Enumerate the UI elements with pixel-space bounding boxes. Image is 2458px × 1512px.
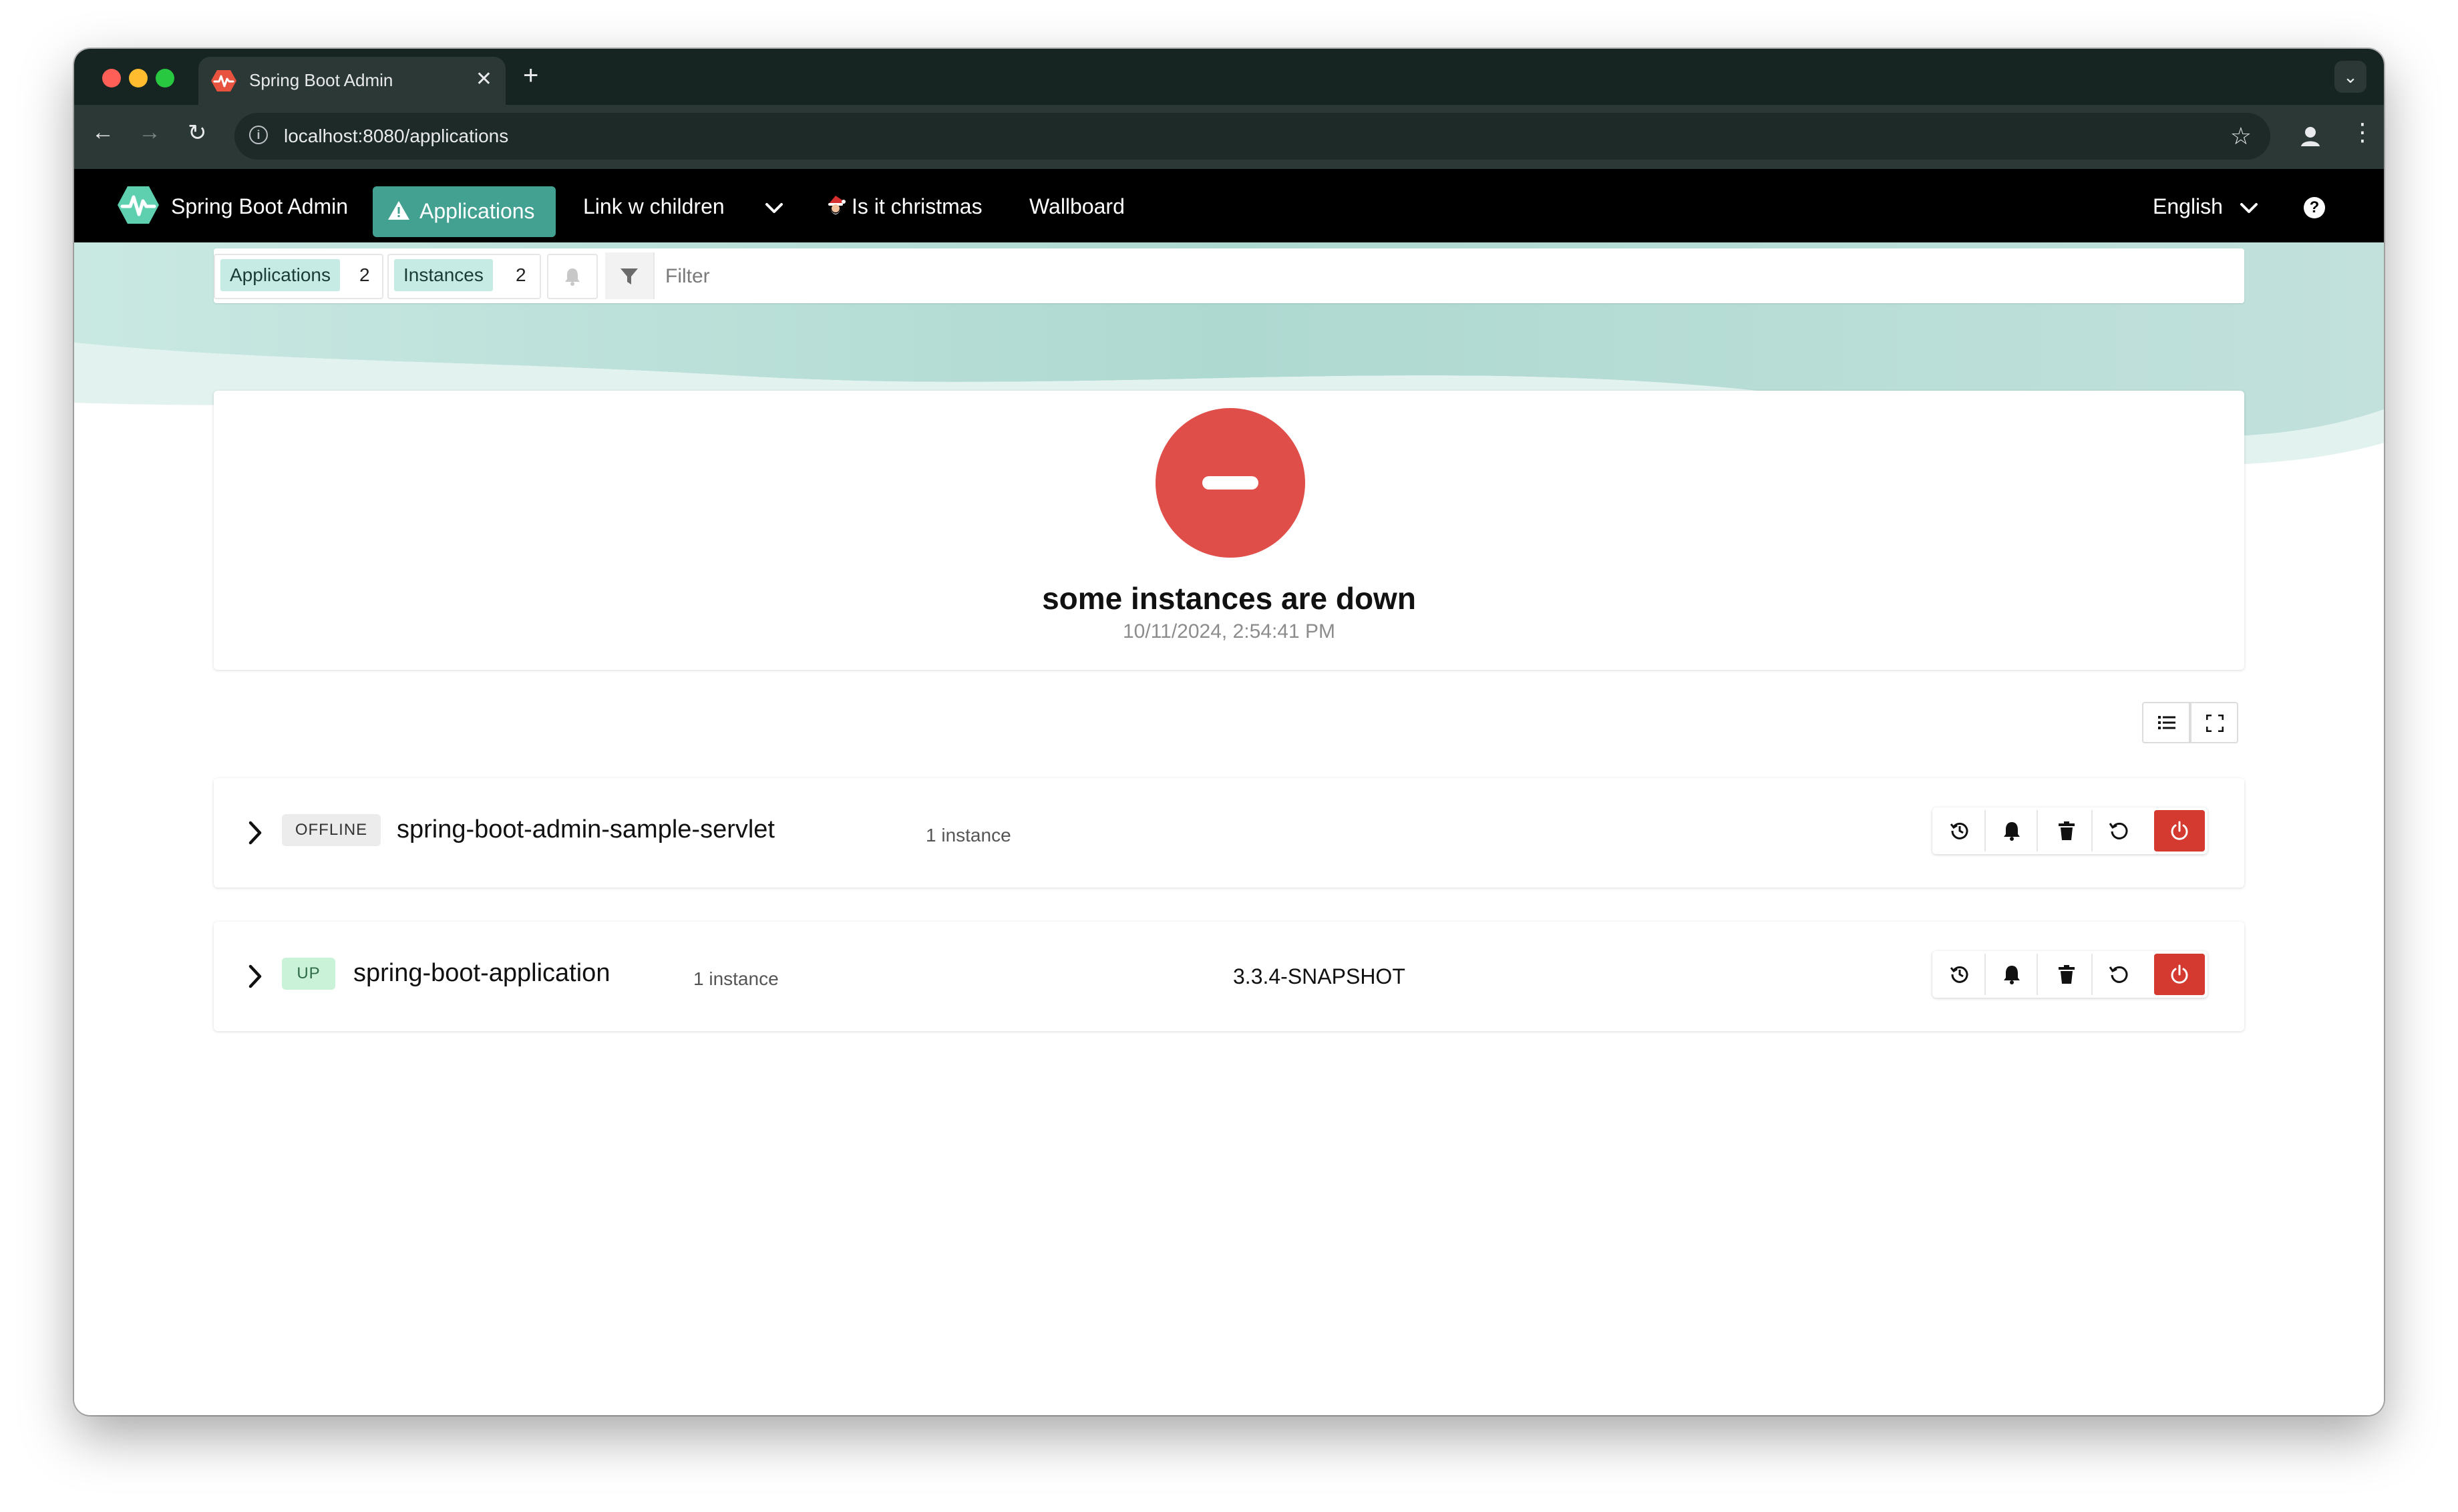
instance-count: 1 instance (926, 825, 1011, 845)
filter-icon-box (605, 252, 655, 299)
instance-count: 1 instance (693, 968, 779, 989)
instances-count: 2 (516, 264, 526, 285)
power-icon (2171, 964, 2188, 984)
nav-link-w-children[interactable]: Link w children (583, 194, 725, 219)
brand-title[interactable]: Spring Boot Admin (171, 194, 348, 219)
notifications-button[interactable] (1987, 810, 2038, 852)
status-title: some instances are down (1042, 581, 1416, 616)
list-icon (2158, 716, 2175, 729)
shutdown-button[interactable] (2154, 954, 2205, 995)
applications-count: 2 (359, 264, 370, 285)
browser-menu-icon[interactable]: ⋮ (2350, 118, 2375, 146)
app-navbar: Spring Boot Admin Applications Link w ch… (74, 169, 2384, 242)
status-badge: OFFLINE (282, 814, 381, 846)
history-icon (1950, 822, 1968, 839)
trash-icon (2059, 965, 2075, 984)
maximize-window-button[interactable] (156, 69, 174, 87)
filter-bar: Applications 2 Instances 2 (214, 248, 2250, 303)
applications-count-chip[interactable]: Applications 2 (214, 254, 383, 299)
bell-icon (565, 268, 580, 286)
bookmark-star-icon[interactable]: ☆ (2230, 122, 2252, 150)
minimize-window-button[interactable] (129, 69, 148, 87)
filter-input[interactable] (655, 254, 2250, 299)
notifications-button[interactable] (1987, 954, 2038, 995)
instances-count-chip[interactable]: Instances 2 (387, 254, 541, 299)
applications-chip-label: Applications (220, 259, 340, 291)
unregister-button[interactable] (2042, 954, 2093, 995)
language-selector[interactable]: English (2153, 194, 2223, 219)
new-tab-button[interactable]: + (523, 61, 538, 91)
help-icon[interactable]: ? (2304, 197, 2325, 218)
restart-button[interactable] (2094, 954, 2143, 995)
expand-chevron-icon[interactable] (247, 819, 263, 846)
application-name[interactable]: spring-boot-admin-sample-servlet (397, 815, 775, 844)
warning-icon (388, 201, 409, 220)
filter-icon (621, 268, 638, 285)
status-down-icon (1156, 408, 1305, 558)
nav-applications-label: Applications (419, 199, 535, 223)
url-text[interactable]: localhost:8080/applications (284, 126, 508, 147)
spring-boot-logo-icon[interactable] (117, 185, 160, 225)
browser-tab[interactable]: Spring Boot Admin ✕ (198, 57, 506, 105)
application-actions (1932, 951, 2208, 998)
application-row[interactable]: OFFLINE spring-boot-admin-sample-servlet… (214, 778, 2244, 888)
unregister-button[interactable] (2042, 810, 2093, 852)
restart-button[interactable] (2094, 810, 2143, 852)
application-row[interactable]: UP spring-boot-application 1 instance 3.… (214, 922, 2244, 1031)
profile-icon[interactable] (2296, 122, 2325, 152)
close-window-button[interactable] (102, 69, 121, 87)
address-bar[interactable]: i localhost:8080/applications ☆ (234, 113, 2270, 160)
bell-icon (2004, 966, 2020, 984)
chevron-down-icon[interactable] (765, 202, 783, 214)
journal-button[interactable] (1935, 954, 1986, 995)
application-actions (1932, 807, 2208, 854)
expand-chevron-icon[interactable] (247, 963, 263, 990)
power-icon (2171, 821, 2188, 840)
browser-window: Spring Boot Admin ✕ + ⌄ ← → ↻ i localhos… (74, 49, 2384, 1415)
status-timestamp: 10/11/2024, 2:54:41 PM (1122, 620, 1336, 642)
nav-applications[interactable]: Applications (373, 186, 556, 237)
bell-icon (2004, 822, 2020, 841)
list-view-button[interactable] (2142, 702, 2190, 743)
santa-icon (828, 196, 846, 214)
reload-button[interactable]: ↻ (188, 120, 207, 146)
browser-toolbar: ← → ↻ i localhost:8080/applications ☆ ⋮ (74, 105, 2384, 169)
status-card: some instances are down 10/11/2024, 2:54… (214, 391, 2244, 670)
nav-is-it-christmas[interactable]: Is it christmas (852, 194, 983, 219)
tab-close-icon[interactable]: ✕ (476, 67, 492, 91)
history-icon (1950, 966, 1968, 983)
restart-icon (2109, 966, 2128, 983)
main-content: Applications 2 Instances 2 Filter some i… (74, 242, 2384, 1415)
language-chevron-down-icon[interactable] (2240, 202, 2258, 214)
expand-icon (2206, 715, 2224, 732)
back-button[interactable]: ← (92, 120, 114, 146)
status-badge: UP (282, 958, 335, 990)
shutdown-button[interactable] (2154, 810, 2205, 852)
tab-search-icon[interactable]: ⌄ (2334, 61, 2366, 93)
application-name[interactable]: spring-boot-application (353, 959, 610, 988)
journal-button[interactable] (1935, 810, 1986, 852)
site-info-icon[interactable]: i (249, 126, 268, 144)
forward-button[interactable]: → (138, 120, 161, 146)
application-version: 3.3.4-SNAPSHOT (1233, 964, 1405, 988)
trash-icon (2059, 821, 2075, 840)
tab-strip: Spring Boot Admin ✕ + ⌄ (74, 49, 2384, 105)
restart-icon (2109, 822, 2128, 839)
tab-title: Spring Boot Admin (249, 70, 393, 90)
instances-chip-label: Instances (394, 259, 493, 291)
notification-filter-button[interactable] (547, 254, 598, 299)
tab-favicon-icon (211, 70, 236, 91)
nav-wallboard[interactable]: Wallboard (1029, 194, 1125, 219)
fullscreen-button[interactable] (2190, 702, 2238, 743)
